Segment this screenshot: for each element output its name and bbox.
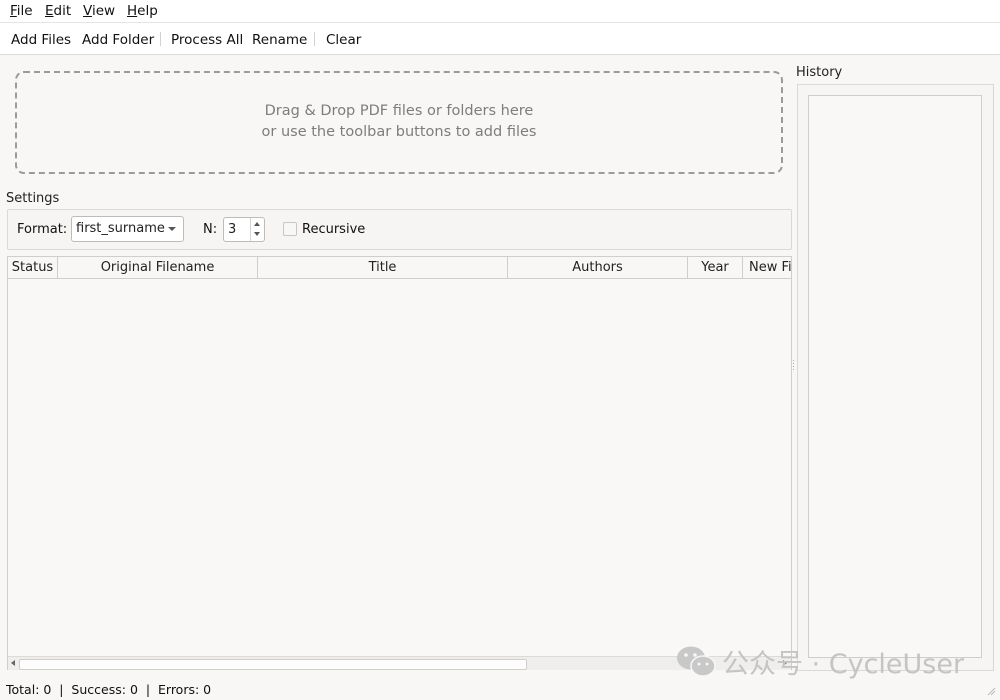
toolbar: Add Files Add Folder Process All Rename … <box>0 23 1000 55</box>
drop-zone[interactable]: Drag & Drop PDF files or folders here or… <box>15 71 783 174</box>
process-all-button[interactable]: Process All <box>171 32 243 48</box>
files-table[interactable]: Status Original Filename Title Authors Y… <box>7 256 792 670</box>
horizontal-scrollbar[interactable] <box>8 656 791 670</box>
n-spinbox[interactable]: 3 <box>223 217 265 242</box>
format-value: first_surname <box>76 221 165 236</box>
history-list[interactable] <box>808 95 982 658</box>
n-spin-buttons[interactable] <box>250 218 264 241</box>
recursive-checkbox[interactable] <box>283 222 297 236</box>
column-header-status[interactable]: Status <box>8 257 58 278</box>
format-dropdown[interactable]: first_surname <box>71 216 184 242</box>
chevron-down-icon <box>168 227 176 231</box>
menu-bar: File Edit View Help <box>0 0 1000 23</box>
recursive-label[interactable]: Recursive <box>302 222 365 237</box>
n-label: N: <box>203 222 218 237</box>
menu-file[interactable]: File <box>10 3 33 19</box>
menu-view[interactable]: View <box>83 3 115 19</box>
clear-button[interactable]: Clear <box>326 32 361 48</box>
watermark-text: 公众号 · CycleUser <box>722 649 965 680</box>
spin-up-icon[interactable] <box>254 222 260 226</box>
spin-down-icon[interactable] <box>254 232 260 236</box>
scrollbar-thumb[interactable] <box>19 659 527 670</box>
add-folder-button[interactable]: Add Folder <box>82 32 154 48</box>
column-header-year[interactable]: Year <box>688 257 743 278</box>
scroll-left-icon[interactable] <box>11 660 15 666</box>
toolbar-separator <box>314 32 315 46</box>
add-files-button[interactable]: Add Files <box>11 32 71 48</box>
column-header-original-filename[interactable]: Original Filename <box>58 257 258 278</box>
column-header-authors[interactable]: Authors <box>508 257 688 278</box>
size-grip-icon[interactable] <box>986 686 996 696</box>
column-header-title[interactable]: Title <box>258 257 508 278</box>
table-header: Status Original Filename Title Authors Y… <box>8 257 791 279</box>
format-label: Format: <box>17 222 68 237</box>
settings-title: Settings <box>6 191 60 206</box>
toolbar-separator <box>160 32 161 46</box>
menu-help[interactable]: Help <box>127 3 158 19</box>
history-title: History <box>796 65 843 80</box>
drop-zone-line-2: or use the toolbar buttons to add files <box>261 124 537 140</box>
n-value: 3 <box>228 222 237 237</box>
drop-zone-line-1: Drag & Drop PDF files or folders here <box>264 103 534 119</box>
wechat-icon <box>677 646 716 677</box>
column-header-new-filename[interactable]: New Fi <box>743 257 791 278</box>
splitter-handle[interactable] <box>793 360 795 374</box>
rename-button[interactable]: Rename <box>252 32 307 48</box>
menu-edit[interactable]: Edit <box>45 3 71 19</box>
status-bar-text: Total: 0 | Success: 0 | Errors: 0 <box>6 682 212 697</box>
